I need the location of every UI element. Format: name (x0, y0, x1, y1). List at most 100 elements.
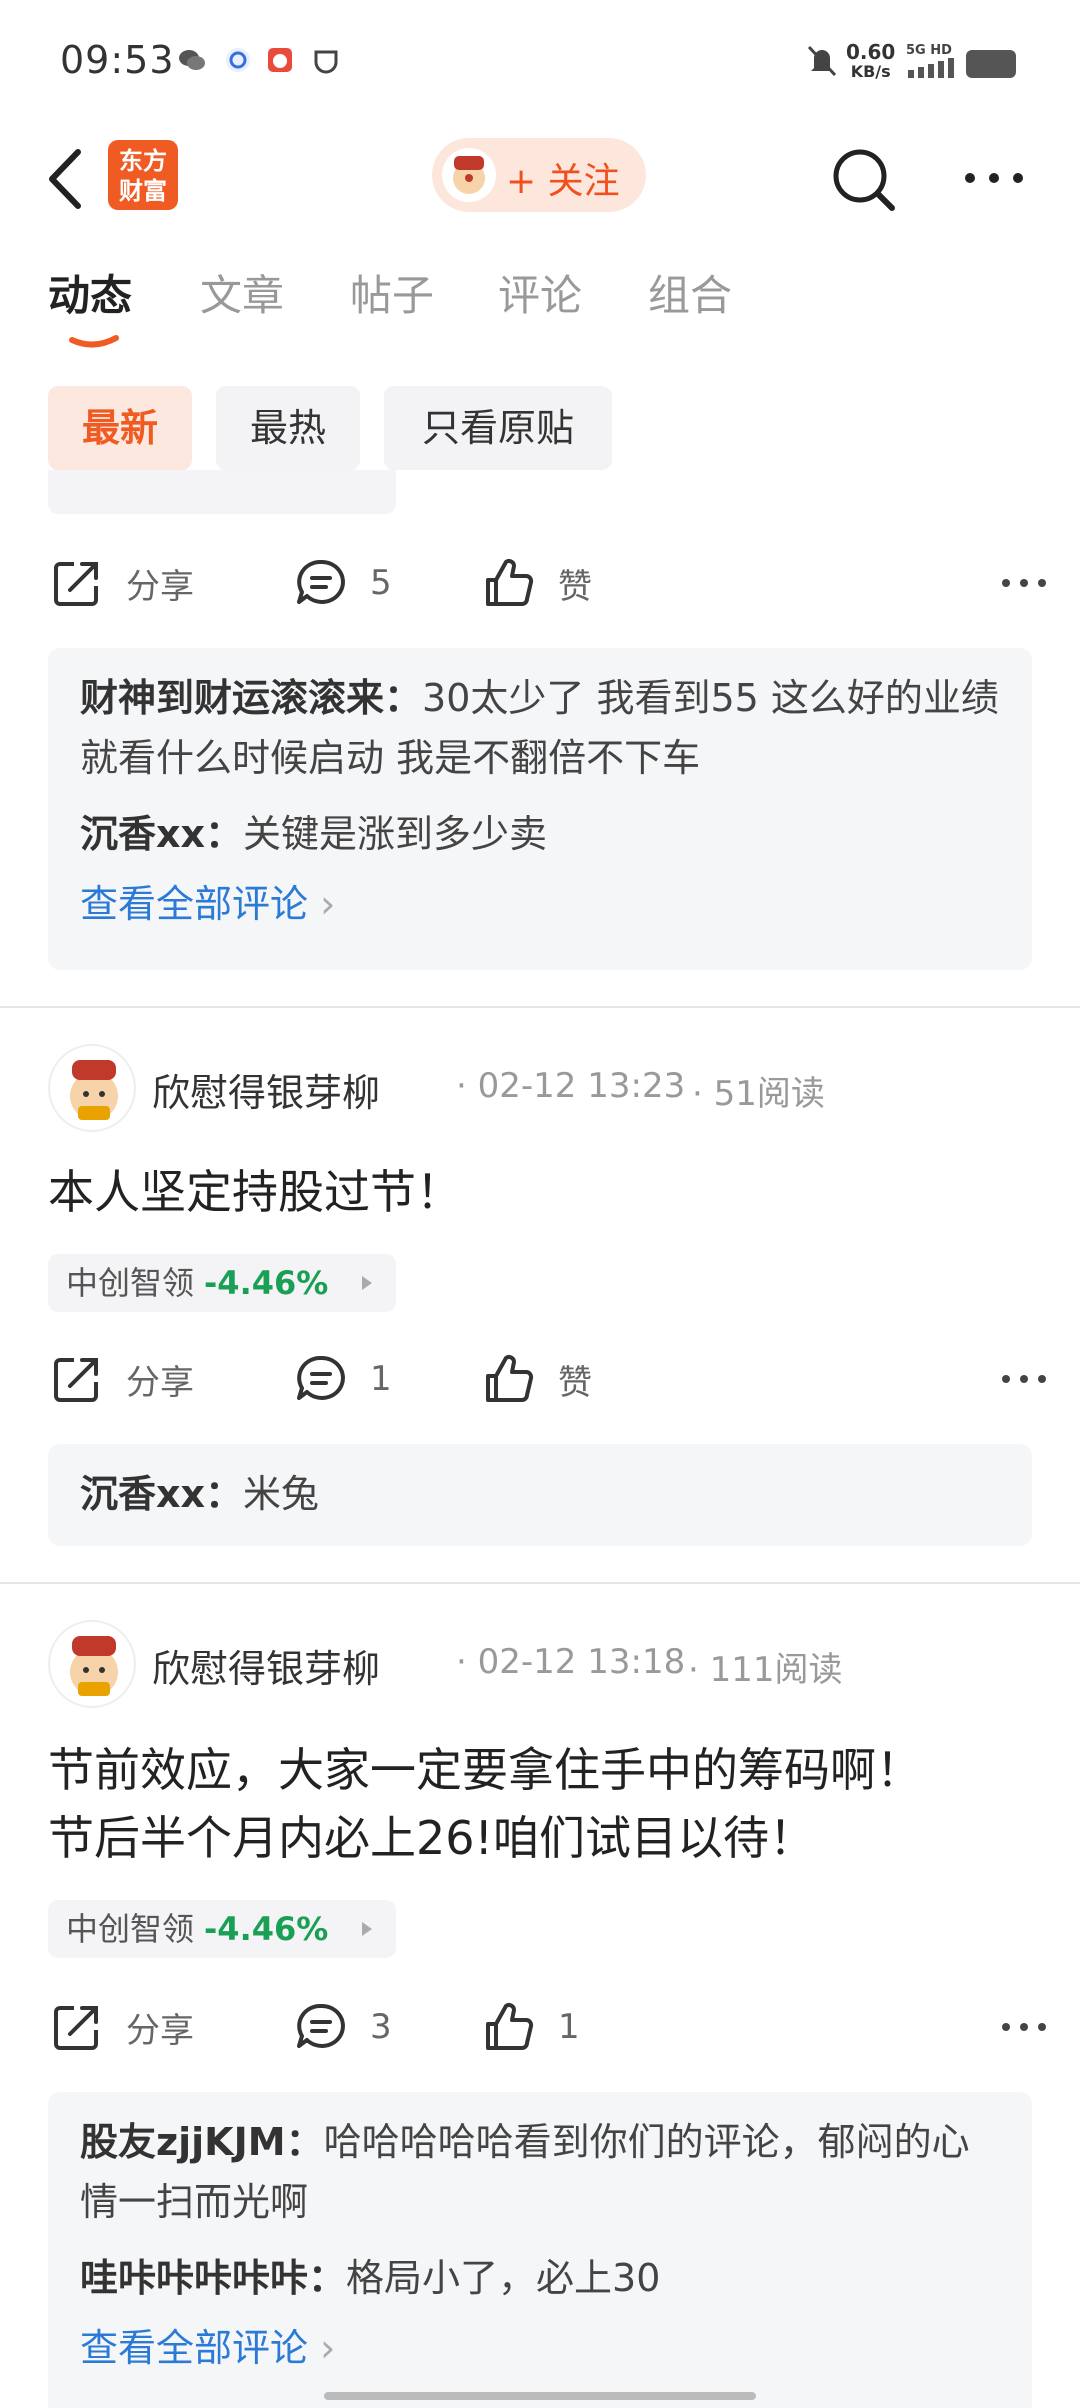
like-button[interactable]: 1 (480, 1992, 580, 2062)
like-button[interactable]: 赞 (480, 548, 592, 618)
wechat-icon (178, 46, 206, 74)
thumbs-up-icon (486, 2003, 534, 2050)
stock-tag[interactable]: 中创智领 -4.46% (48, 1254, 396, 1312)
post-content-line: 节后半个月内必上26!咱们试目以待！ (48, 1811, 815, 1865)
like-label: 赞 (558, 566, 592, 607)
view-all-comments-link[interactable]: 查看全部评论 › (80, 2320, 1000, 2376)
shield-icon (312, 46, 340, 74)
home-indicator[interactable] (324, 2392, 756, 2400)
like-button[interactable]: 赞 (480, 1344, 592, 1414)
net-speed: 0.60 KB/s (846, 40, 896, 81)
filter-hot[interactable]: 最热 (216, 386, 360, 470)
play-arrow-icon (362, 1922, 372, 1936)
post-content[interactable]: 节前效应，大家一定要拿住手中的筹码啊！ 节后半个月内必上26!咱们试目以待！ (48, 1736, 1048, 1872)
stock-name: 中创智领 (66, 1910, 195, 1948)
tab-posts[interactable]: 帖子 (350, 262, 434, 323)
tab-dynamics[interactable]: 动态 (48, 262, 132, 323)
more-icon[interactable] (1000, 576, 1048, 590)
comment-icon (297, 1355, 345, 1400)
more-icon[interactable] (1000, 1372, 1048, 1386)
divider (0, 1006, 1080, 1008)
comment-item[interactable]: 沉香xx：米兔 (80, 1464, 1000, 1524)
comment-button[interactable]: 5 (292, 548, 392, 618)
filter-original-only[interactable]: 只看原贴 (384, 386, 612, 470)
search-button[interactable] (828, 144, 898, 214)
divider (0, 1582, 1080, 1584)
post-actions: 分享 3 1 (48, 1992, 1048, 2062)
status-bar: 09:53 0.60 KB/s 5G HD (0, 0, 1080, 120)
post-content[interactable]: 本人坚定持股过节！ (48, 1158, 1048, 1226)
stock-change: -4.46% (204, 1264, 329, 1302)
share-label: 分享 (126, 2010, 194, 2051)
comment-count: 3 (370, 2007, 392, 2047)
post-header: 欣慰得银芽柳 · 02-12 13:18 · 111阅读 (48, 1620, 1048, 1710)
active-tab-indicator (69, 335, 119, 348)
more-options-button[interactable] (962, 170, 1026, 186)
tab-articles[interactable]: 文章 (200, 262, 284, 323)
read-count: · 111阅读 (688, 1650, 843, 1690)
comment-icon (297, 2003, 345, 2048)
view-all-comments-link[interactable]: 查看全部评论 › (80, 876, 1000, 932)
app-logo: 东方 财富 (108, 140, 178, 210)
share-button[interactable]: 分享 (48, 1344, 194, 1414)
mute-icon (806, 44, 838, 78)
more-icon (965, 173, 1023, 183)
share-label: 分享 (126, 566, 194, 607)
more-icon[interactable] (1000, 2020, 1048, 2034)
stock-tag-clipped (48, 470, 396, 514)
top-nav: 东方 财富 + 关注 (0, 120, 1080, 240)
comment-preview: 财神到财运滚滚来：30太少了 我看到55 这么好的业绩 就看什么时候启动 我是不… (48, 648, 1032, 970)
app-notification-icon-2 (266, 46, 294, 74)
share-label: 分享 (126, 1362, 194, 1403)
battery-icon (966, 50, 1016, 78)
comment-item[interactable]: 股友zjjKJM：哈哈哈哈哈看到你们的评论，郁闷的心情一扫而光啊 (80, 2112, 1000, 2232)
back-button[interactable] (42, 144, 92, 214)
share-icon (54, 2006, 98, 2050)
post-time: · 02-12 13:18 (456, 1642, 686, 1682)
comment-button[interactable]: 3 (292, 1992, 392, 2062)
app-notification-icon (224, 46, 252, 74)
stock-change: -4.46% (204, 1910, 329, 1948)
post-actions: 分享 5 赞 (48, 548, 1048, 618)
share-button[interactable]: 分享 (48, 548, 194, 618)
comment-item[interactable]: 哇咔咔咔咔咔：格局小了，必上30 (80, 2248, 1000, 2308)
share-icon (54, 1358, 98, 1402)
post-actions: 分享 1 赞 (48, 1344, 1048, 1414)
search-icon (833, 149, 895, 211)
comment-preview: 股友zjjKJM：哈哈哈哈哈看到你们的评论，郁闷的心情一扫而光啊 哇咔咔咔咔咔：… (48, 2092, 1032, 2408)
post-time: · 02-12 13:23 (456, 1066, 686, 1106)
post-header: 欣慰得银芽柳 · 02-12 13:23 · 51阅读 (48, 1044, 1048, 1134)
play-arrow-icon (362, 1276, 372, 1290)
tab-portfolio[interactable]: 组合 (648, 262, 732, 323)
stock-tag[interactable]: 中创智领 -4.46% (48, 1900, 396, 1958)
author-name[interactable]: 欣慰得银芽柳 (152, 1062, 380, 1117)
comment-count: 1 (370, 1359, 392, 1399)
avatar[interactable] (48, 1620, 136, 1708)
follow-button[interactable]: + 关注 (432, 138, 646, 212)
thumbs-up-icon (486, 1355, 534, 1402)
comment-preview: 沉香xx：米兔 (48, 1444, 1032, 1546)
thumbs-up-icon (486, 559, 534, 606)
like-label: 赞 (558, 1362, 592, 1403)
comment-item[interactable]: 财神到财运滚滚来：30太少了 我看到55 这么好的业绩 就看什么时候启动 我是不… (80, 668, 1000, 788)
share-button[interactable]: 分享 (48, 1992, 194, 2062)
tab-comments[interactable]: 评论 (498, 262, 582, 323)
chevron-right-icon: › (320, 882, 336, 926)
chevron-right-icon: › (320, 2326, 336, 2370)
comment-icon (297, 559, 345, 604)
comment-count: 5 (370, 563, 392, 603)
chevron-left-icon (49, 149, 81, 209)
avatar[interactable] (48, 1044, 136, 1132)
filter-latest[interactable]: 最新 (48, 386, 192, 470)
author-name[interactable]: 欣慰得银芽柳 (152, 1638, 380, 1693)
read-count: · 51阅读 (692, 1074, 825, 1114)
stock-name: 中创智领 (66, 1264, 195, 1302)
comment-item[interactable]: 沉香xx：关键是涨到多少卖 (80, 804, 1000, 864)
status-time: 09:53 (60, 38, 175, 82)
post-content-line: 节前效应，大家一定要拿住手中的筹码啊！ (48, 1743, 922, 1797)
comment-button[interactable]: 1 (292, 1344, 392, 1414)
avatar (442, 148, 496, 202)
follow-label: + 关注 (506, 161, 620, 202)
signal-icon: 5G HD (906, 44, 958, 80)
share-icon (54, 562, 98, 606)
